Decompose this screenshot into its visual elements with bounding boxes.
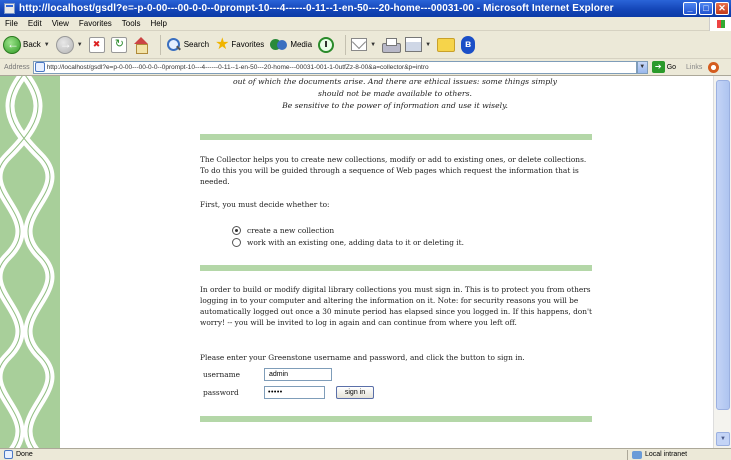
history-button[interactable]	[318, 36, 335, 53]
stop-button[interactable]	[88, 36, 105, 53]
edit-page-icon	[405, 37, 423, 52]
folder-button[interactable]	[437, 37, 456, 52]
scrollbar-thumb[interactable]	[716, 80, 730, 410]
address-url: http://localhost/gsdl?e=p-0-00---00-0-0-…	[46, 63, 429, 71]
scroll-down-icon[interactable]: ▼	[716, 432, 730, 446]
menu-bar: File Edit View Favorites Tools Help	[0, 17, 731, 31]
edit-button[interactable]: ▼	[405, 37, 431, 52]
refresh-button[interactable]	[110, 36, 127, 53]
stop-icon	[88, 36, 105, 53]
page-icon	[34, 62, 45, 72]
chevron-down-icon[interactable]: ▼	[425, 42, 431, 48]
back-arrow-icon	[3, 35, 21, 54]
maximize-button[interactable]: □	[699, 2, 713, 15]
star-icon: ★	[215, 35, 230, 53]
links-button[interactable]: Links	[686, 64, 702, 71]
favorites-button[interactable]: ★ Favorites	[215, 35, 265, 53]
print-button[interactable]	[382, 37, 402, 53]
windows-logo-icon	[709, 17, 731, 31]
folder-icon	[437, 37, 456, 52]
option-label: work with an existing one, adding data t…	[247, 238, 464, 247]
security-zone: Local intranet	[627, 449, 731, 460]
section-divider	[200, 265, 592, 271]
go-label: Go	[666, 63, 677, 71]
page-viewport: out of which the documents arise. And th…	[0, 76, 731, 448]
signin-prompt: Please enter your Greenstone username an…	[200, 353, 525, 362]
section-divider	[200, 134, 592, 140]
intranet-icon	[632, 450, 642, 459]
address-bar: Address http://localhost/gsdl?e=p-0-00--…	[0, 59, 731, 76]
media-button[interactable]: Media	[270, 37, 312, 53]
refresh-icon	[110, 36, 127, 53]
forward-arrow-icon	[55, 35, 74, 54]
search-button[interactable]: Search	[166, 37, 209, 53]
intro-paragraph: The Collector helps you to create new co…	[200, 155, 587, 186]
back-button[interactable]: Back ▼	[3, 35, 50, 54]
braid-pattern-icon	[0, 76, 55, 448]
status-bar: Done Local intranet	[0, 448, 731, 460]
toolbar-separator	[159, 34, 161, 55]
menu-favorites[interactable]: Favorites	[79, 19, 112, 28]
history-icon	[318, 36, 335, 53]
close-button[interactable]: ✕	[715, 2, 729, 15]
back-label: Back	[23, 40, 41, 49]
ie-logo-icon	[708, 61, 720, 73]
password-label: password	[203, 388, 239, 397]
chevron-down-icon[interactable]: ▼	[370, 42, 376, 48]
quote-line: Be sensitive to the power of information…	[282, 101, 508, 110]
status-text: Done	[16, 451, 33, 458]
option-existing[interactable]: work with an existing one, adding data t…	[232, 238, 464, 247]
go-button[interactable]: ➔ Go	[651, 61, 677, 73]
forward-button[interactable]: ▼	[55, 35, 83, 54]
mail-icon	[351, 38, 368, 51]
quote-line: out of which the documents arise. And th…	[232, 77, 557, 86]
search-icon	[166, 37, 182, 53]
ethics-quote: out of which the documents arise. And th…	[160, 76, 630, 112]
favorites-label: Favorites	[231, 40, 265, 49]
chevron-down-icon[interactable]: ▼	[44, 42, 50, 48]
password-input[interactable]: •••••	[264, 386, 325, 399]
section-divider	[200, 416, 592, 422]
home-icon	[133, 36, 149, 54]
media-icon	[270, 37, 288, 53]
address-dropdown-icon[interactable]: ▼	[636, 60, 648, 74]
sign-in-button[interactable]: sign in	[336, 386, 374, 399]
radio-unselected-icon[interactable]	[232, 238, 241, 247]
bluetooth-button[interactable]: ʙ	[461, 35, 476, 54]
home-button[interactable]	[133, 36, 149, 54]
username-label: username	[203, 370, 241, 379]
signin-info-paragraph: In order to build or modify digital libr…	[200, 285, 593, 327]
zone-label: Local intranet	[645, 451, 688, 458]
menu-help[interactable]: Help	[150, 19, 166, 28]
ie-page-icon	[4, 3, 15, 14]
toolbar: Back ▼ ▼ Search ★ Favorites Media ▼ ▼	[0, 31, 731, 59]
address-input[interactable]: http://localhost/gsdl?e=p-0-00---00-0-0-…	[32, 60, 637, 74]
radio-selected-icon[interactable]	[232, 226, 241, 235]
decorative-strip	[0, 76, 60, 448]
bluetooth-icon: ʙ	[461, 35, 476, 54]
option-label: create a new collection	[247, 226, 335, 235]
search-label: Search	[183, 40, 210, 49]
username-input[interactable]: admin	[264, 368, 332, 381]
page-done-icon	[4, 450, 13, 459]
address-label: Address	[4, 63, 30, 71]
menu-file[interactable]: File	[5, 19, 18, 28]
vertical-scrollbar[interactable]: ▼	[713, 76, 731, 448]
mail-button[interactable]: ▼	[351, 38, 376, 51]
toolbar-separator	[345, 34, 347, 55]
menu-edit[interactable]: Edit	[28, 19, 42, 28]
go-arrow-icon: ➔	[651, 61, 665, 73]
decide-text: First, you must decide whether to:	[200, 200, 330, 209]
option-create-new[interactable]: create a new collection	[232, 226, 334, 235]
quote-line: should not be made available to others.	[318, 89, 472, 98]
menu-view[interactable]: View	[52, 19, 69, 28]
menu-tools[interactable]: Tools	[122, 19, 141, 28]
window-title: http://localhost/gsdl?e=-p-0-00---00-0-0…	[19, 3, 614, 14]
chevron-down-icon[interactable]: ▼	[77, 42, 83, 48]
printer-icon	[382, 37, 402, 53]
minimize-button[interactable]: _	[683, 2, 697, 15]
title-bar: http://localhost/gsdl?e=-p-0-00---00-0-0…	[0, 0, 731, 17]
media-label: Media	[290, 40, 313, 49]
